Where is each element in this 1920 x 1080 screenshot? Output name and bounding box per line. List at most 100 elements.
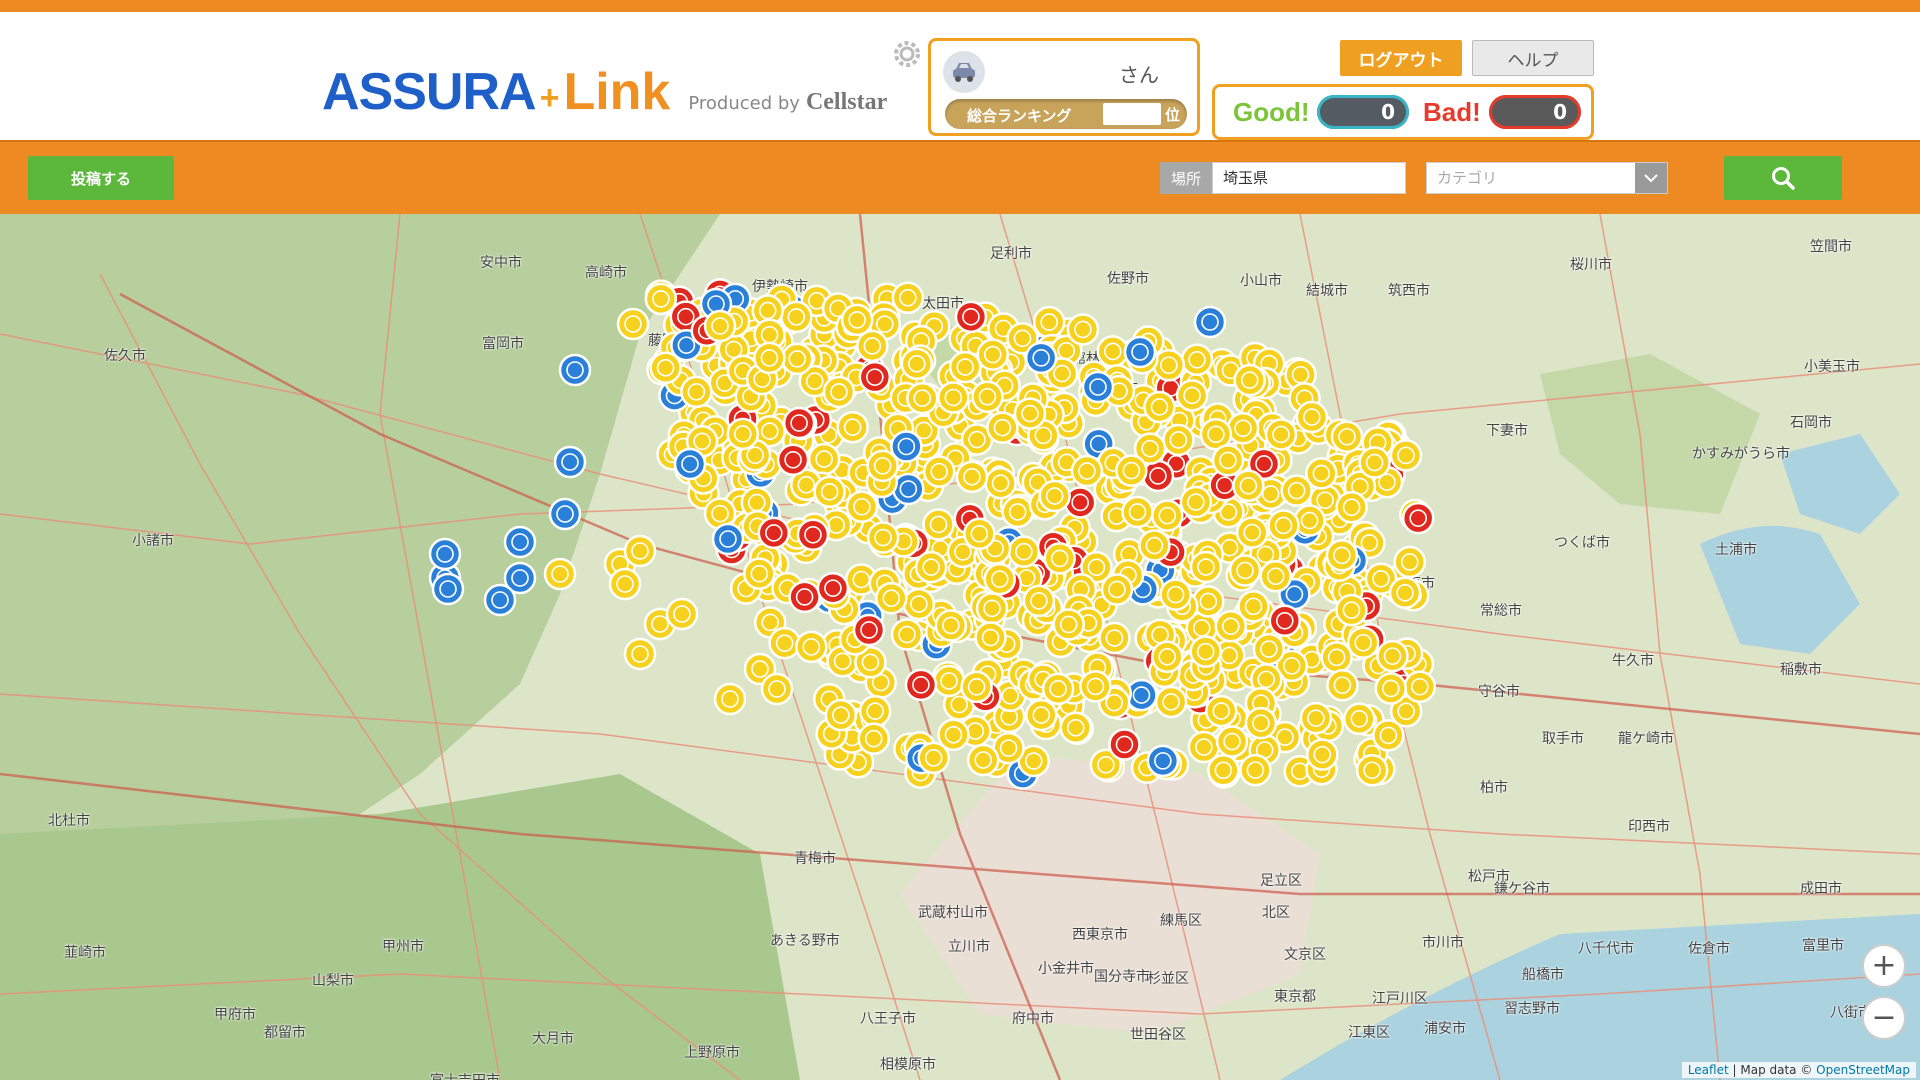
map-marker[interactable] (937, 718, 970, 752)
map-marker[interactable] (1372, 719, 1405, 752)
map-marker[interactable] (1326, 668, 1359, 702)
map-marker[interactable] (1013, 397, 1047, 430)
map-marker[interactable] (845, 490, 879, 523)
map-marker[interactable] (1024, 341, 1058, 375)
map-marker[interactable] (1159, 578, 1192, 611)
map-marker[interactable] (875, 581, 908, 615)
map-marker[interactable] (1259, 560, 1292, 593)
map-marker[interactable] (932, 664, 966, 698)
map-marker[interactable] (757, 516, 791, 550)
map-marker[interactable] (780, 300, 813, 334)
map-marker[interactable] (1007, 535, 1041, 568)
map-marker[interactable] (1335, 490, 1368, 524)
map-marker[interactable] (1179, 485, 1213, 519)
map-marker[interactable] (1204, 694, 1238, 728)
map-marker[interactable] (955, 460, 989, 494)
map-marker[interactable] (726, 417, 760, 451)
map-marker[interactable] (1151, 499, 1184, 532)
map-marker[interactable] (954, 300, 988, 334)
map-marker[interactable] (1079, 670, 1112, 703)
map-marker[interactable] (983, 562, 1016, 596)
map-marker[interactable] (902, 587, 936, 621)
map-marker[interactable] (1143, 390, 1176, 424)
map-marker[interactable] (906, 381, 939, 415)
map-marker[interactable] (1228, 554, 1262, 587)
map-marker[interactable] (858, 694, 892, 728)
map-marker[interactable] (822, 375, 856, 409)
map-marker[interactable] (1108, 728, 1141, 761)
map-marker[interactable] (866, 521, 900, 554)
map-marker[interactable] (1237, 590, 1270, 623)
map-marker[interactable] (1305, 457, 1338, 490)
map-marker[interactable] (1180, 343, 1214, 377)
map-marker[interactable] (1052, 608, 1085, 641)
map-marker[interactable] (788, 580, 821, 614)
map-marker[interactable] (782, 406, 816, 440)
osm-link[interactable]: OpenStreetMap (1816, 1063, 1910, 1077)
map-marker[interactable] (975, 592, 1009, 625)
map-marker[interactable] (922, 508, 955, 541)
map-marker[interactable] (776, 443, 810, 477)
post-button[interactable]: 投稿する (28, 156, 174, 200)
map-marker[interactable] (1299, 701, 1333, 735)
map-marker[interactable] (1175, 379, 1209, 412)
map-marker[interactable] (713, 682, 747, 716)
map-marker[interactable] (1123, 335, 1157, 369)
map-marker[interactable] (1189, 550, 1223, 584)
map-marker[interactable] (1335, 593, 1368, 627)
map-marker[interactable] (1025, 698, 1058, 732)
map-marker[interactable] (1325, 539, 1359, 572)
map-marker[interactable] (807, 442, 841, 476)
map-marker[interactable] (1121, 495, 1154, 529)
map-view[interactable]: 安中市高崎市藤岡市伊勢崎市太田市足利市佐野市小山市結城市筑西市桜川市笠間市佐久市… (0, 214, 1920, 1080)
map-marker[interactable] (856, 329, 889, 363)
map-marker[interactable] (1192, 585, 1225, 618)
map-marker[interactable] (795, 630, 828, 664)
category-select[interactable]: カテゴリ (1426, 162, 1668, 194)
map-marker[interactable] (857, 722, 890, 755)
map-marker[interactable] (623, 637, 657, 671)
map-marker[interactable] (1295, 400, 1329, 434)
map-marker[interactable] (483, 583, 517, 617)
map-marker[interactable] (503, 525, 537, 559)
zoom-out-button[interactable]: − (1862, 996, 1906, 1040)
map-marker[interactable] (922, 455, 956, 488)
map-marker[interactable] (914, 550, 948, 584)
map-marker[interactable] (1001, 495, 1034, 529)
leaflet-link[interactable]: Leaflet (1688, 1063, 1729, 1077)
map-marker[interactable] (1096, 335, 1129, 368)
logout-button[interactable]: ログアウト (1340, 40, 1462, 76)
map-marker[interactable] (743, 557, 776, 590)
map-marker[interactable] (1306, 738, 1339, 771)
map-marker[interactable] (1138, 529, 1171, 562)
map-marker[interactable] (1211, 444, 1245, 477)
map-marker[interactable] (816, 571, 850, 605)
map-marker[interactable] (1264, 418, 1298, 451)
map-marker[interactable] (623, 534, 657, 568)
map-marker[interactable] (781, 342, 814, 376)
map-marker[interactable] (976, 338, 1009, 371)
map-marker[interactable] (1146, 744, 1180, 778)
map-marker[interactable] (904, 668, 938, 702)
map-marker[interactable] (1393, 545, 1426, 579)
map-marker[interactable] (1239, 753, 1272, 787)
map-marker[interactable] (1401, 501, 1435, 535)
map-marker[interactable] (1100, 573, 1134, 606)
map-marker[interactable] (1226, 412, 1260, 445)
map-marker[interactable] (974, 621, 1007, 654)
map-marker[interactable] (543, 557, 577, 591)
map-marker[interactable] (1235, 516, 1269, 549)
map-marker[interactable] (1252, 632, 1286, 666)
map-marker[interactable] (836, 410, 869, 444)
help-button[interactable]: ヘルプ (1472, 40, 1594, 76)
map-marker[interactable] (1059, 711, 1092, 745)
map-marker[interactable] (711, 522, 745, 556)
map-marker[interactable] (760, 672, 794, 706)
map-marker[interactable] (553, 445, 587, 479)
map-marker[interactable] (1267, 509, 1300, 542)
map-marker[interactable] (934, 609, 968, 642)
map-marker[interactable] (1343, 702, 1376, 736)
map-marker[interactable] (813, 475, 846, 509)
map-marker[interactable] (1070, 454, 1104, 488)
map-marker[interactable] (986, 411, 1019, 444)
